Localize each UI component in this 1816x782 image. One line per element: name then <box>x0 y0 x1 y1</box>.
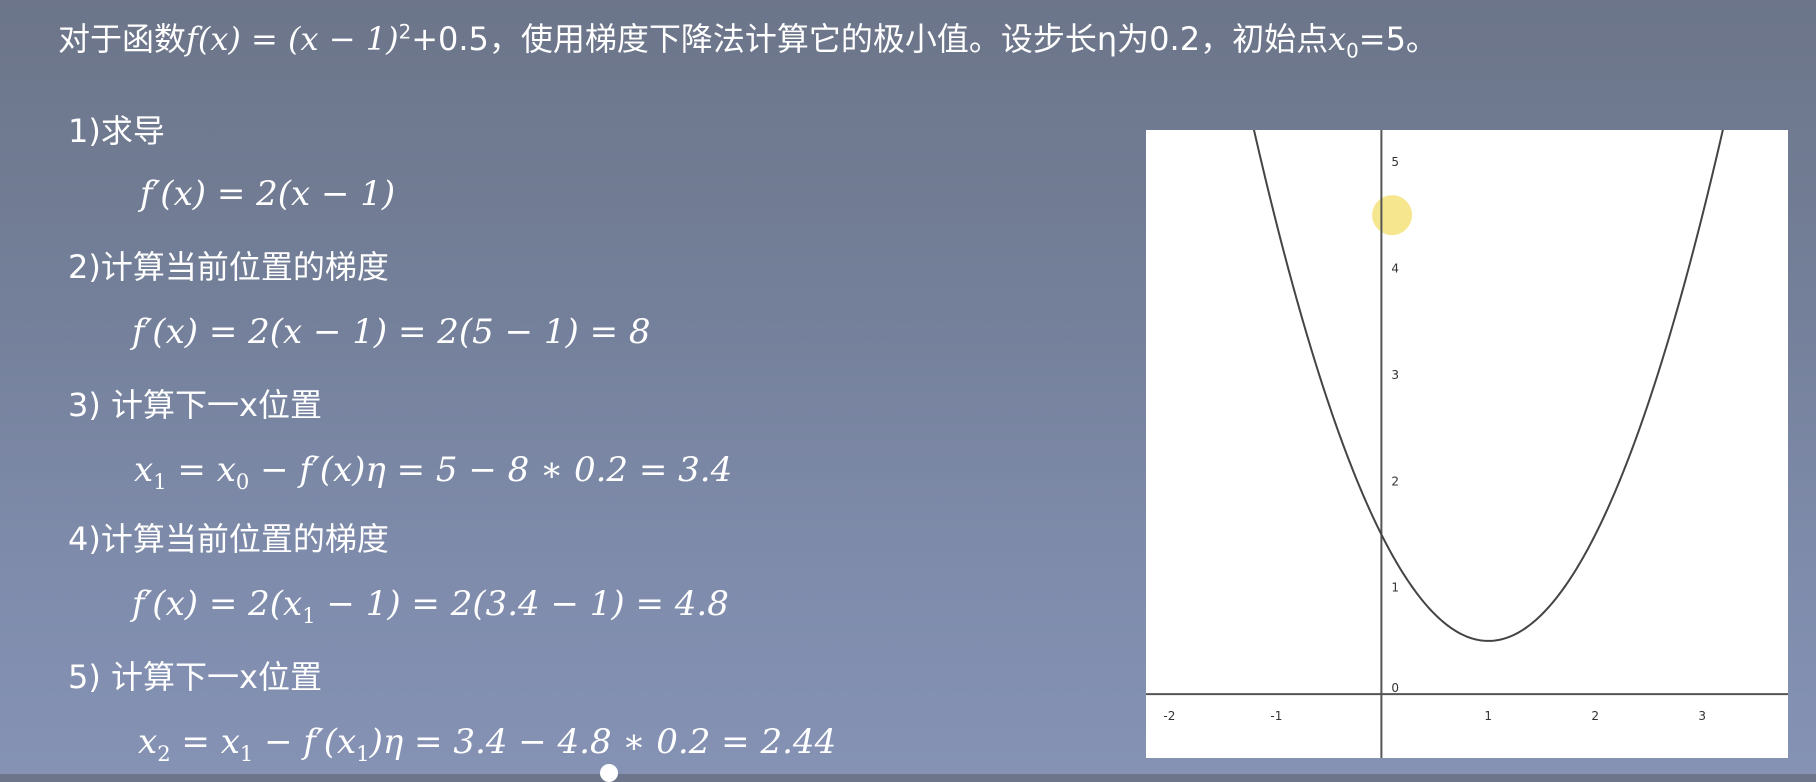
y-tick-label: 1 <box>1391 581 1399 595</box>
title-x0-sub: 0 <box>1346 39 1359 63</box>
eq-part: f′(x) = 2(x <box>132 584 303 624</box>
title-x0-base: x <box>1328 20 1347 58</box>
eq-part: − 1) = 2(3.4 − 1) = 4.8 <box>315 584 729 624</box>
problem-statement: 对于函数f(x) = (x − 1)2+0.5，使用梯度下降法计算它的极小值。设… <box>58 14 1438 62</box>
eq-part: − f′(x <box>253 722 357 762</box>
step-2-label: 2)计算当前位置的梯度 <box>68 248 389 286</box>
title-func-eq: = (x − 1) <box>240 20 399 58</box>
x-tick-label: 3 <box>1698 709 1706 723</box>
eq-part: = x <box>166 450 236 490</box>
title-func-tail: +0.5 <box>411 20 489 58</box>
x-tick-label: -2 <box>1163 709 1175 723</box>
eq-sub: 1 <box>239 740 254 766</box>
step-4-equation: f′(x) = 2(x1 − 1) = 2(3.4 − 1) = 4.8 <box>132 584 729 628</box>
step-3-equation: x1 = x0 − f′(x)η = 5 − 8 ∗ 0.2 = 3.4 <box>134 450 732 494</box>
step-5-label: 5) 计算下一x位置 <box>68 658 322 696</box>
eq-sub: 2 <box>157 740 171 766</box>
eq-sub: 1 <box>302 602 316 628</box>
eq-sub: 0 <box>235 468 250 494</box>
y-tick-label: 3 <box>1391 368 1399 382</box>
title-prefix: 对于函数 <box>58 20 187 58</box>
x-tick-label: 1 <box>1484 709 1492 723</box>
title-mid: ，使用梯度下降法计算它的极小值。设步长η为0.2，初始点 <box>488 20 1329 58</box>
step-5-equation: x2 = x1 − f′(x1)η = 3.4 − 4.8 ∗ 0.2 = 2.… <box>138 722 836 766</box>
step-1-label: 1)求导 <box>68 112 165 150</box>
title-suffix: =5。 <box>1358 20 1438 58</box>
x-tick-label: 2 <box>1591 709 1599 723</box>
y-tick-label: 5 <box>1391 155 1399 169</box>
eq-part: )η = 3.4 − 4.8 ∗ 0.2 = 2.44 <box>369 722 837 762</box>
parabola-chart: -2 -1 1 2 3 0 1 2 3 4 5 <box>1146 125 1788 758</box>
step-2-equation: f′(x) = 2(x − 1) = 2(5 − 1) = 8 <box>132 312 651 352</box>
step-1-equation: f′(x) = 2(x − 1) <box>140 174 396 214</box>
title-func-exp: 2 <box>398 20 412 44</box>
eq-part: = x <box>170 722 240 762</box>
y-tick-label: 4 <box>1391 261 1399 275</box>
parabola-curve <box>1252 125 1725 642</box>
highlight-point <box>1372 195 1413 236</box>
x-tick-label: -1 <box>1270 709 1282 723</box>
eq-sub: 1 <box>153 468 167 494</box>
mouse-cursor-indicator <box>600 764 618 782</box>
eq-part: − f′(x)η = 5 − 8 ∗ 0.2 = 3.4 <box>249 450 733 490</box>
parabola-chart-svg: -2 -1 1 2 3 0 1 2 3 4 5 <box>1146 125 1788 758</box>
step-4-label: 4)计算当前位置的梯度 <box>68 520 389 558</box>
y-tick-label: 0 <box>1391 681 1399 695</box>
eq-part: x <box>134 450 154 490</box>
y-tick-label: 2 <box>1391 474 1399 488</box>
eq-part: x <box>138 722 158 762</box>
eq-sub: 1 <box>356 740 370 766</box>
title-func-lhs: f(x) <box>186 20 241 58</box>
step-3-label: 3) 计算下一x位置 <box>68 386 322 424</box>
